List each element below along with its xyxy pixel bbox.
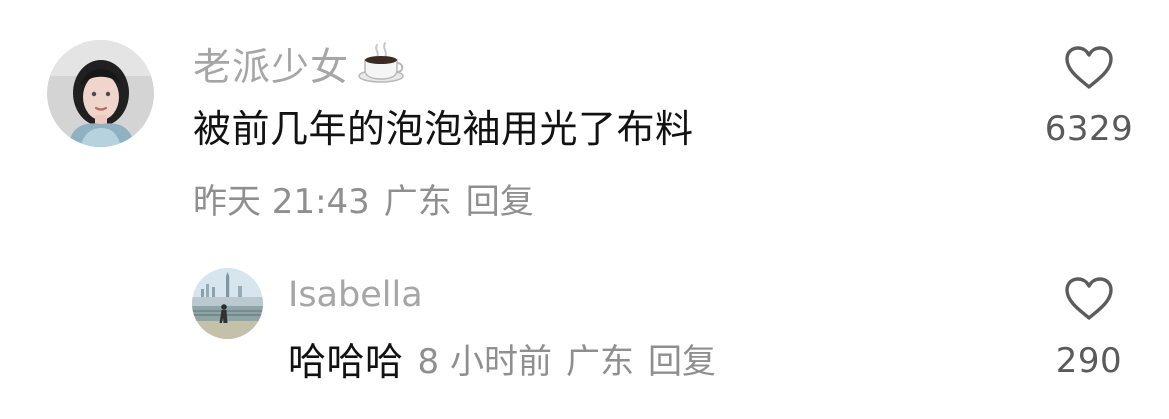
reply-time: 8 小时前 [417, 342, 552, 382]
heart-outline-icon[interactable] [1063, 45, 1115, 91]
reply-text: 哈哈哈 [288, 340, 404, 384]
comment-like-count: 6329 [1044, 109, 1134, 149]
seaside-avatar-image [192, 268, 263, 339]
user-avatar-main[interactable] [47, 40, 154, 147]
portrait-avatar-image [47, 40, 154, 147]
reply-body-row: 哈哈哈 8 小时前 广东 回复 [288, 343, 716, 381]
coffee-cup-icon [357, 42, 409, 86]
reply-reply-button[interactable]: 回复 [648, 345, 716, 379]
comment-meta: 昨天 21:43 广东 回复 [193, 185, 534, 219]
comment-username[interactable]: 老派少女 [193, 48, 349, 86]
reply-like-button[interactable]: 290 [1034, 276, 1144, 378]
comment-like-button[interactable]: 6329 [1034, 45, 1144, 146]
reply-like-count: 290 [1055, 341, 1123, 381]
comment-time: 昨天 21:43 [193, 182, 370, 222]
user-avatar-reply[interactable] [192, 268, 263, 339]
comment-location: 广东 [383, 182, 452, 222]
comment-username-row[interactable]: 老派少女 [193, 42, 409, 89]
reply-location: 广东 [565, 342, 634, 382]
reply-username[interactable]: Isabella [288, 278, 423, 313]
heart-outline-icon[interactable] [1063, 276, 1115, 322]
comment-text: 被前几年的泡泡袖用光了布料 [193, 107, 694, 151]
comment-reply-button[interactable]: 回复 [466, 185, 534, 219]
comment-thread: 老派少女 被前几年的泡泡袖用光了布料 昨天 21:43 广东 回复 6329 I… [0, 0, 1169, 419]
